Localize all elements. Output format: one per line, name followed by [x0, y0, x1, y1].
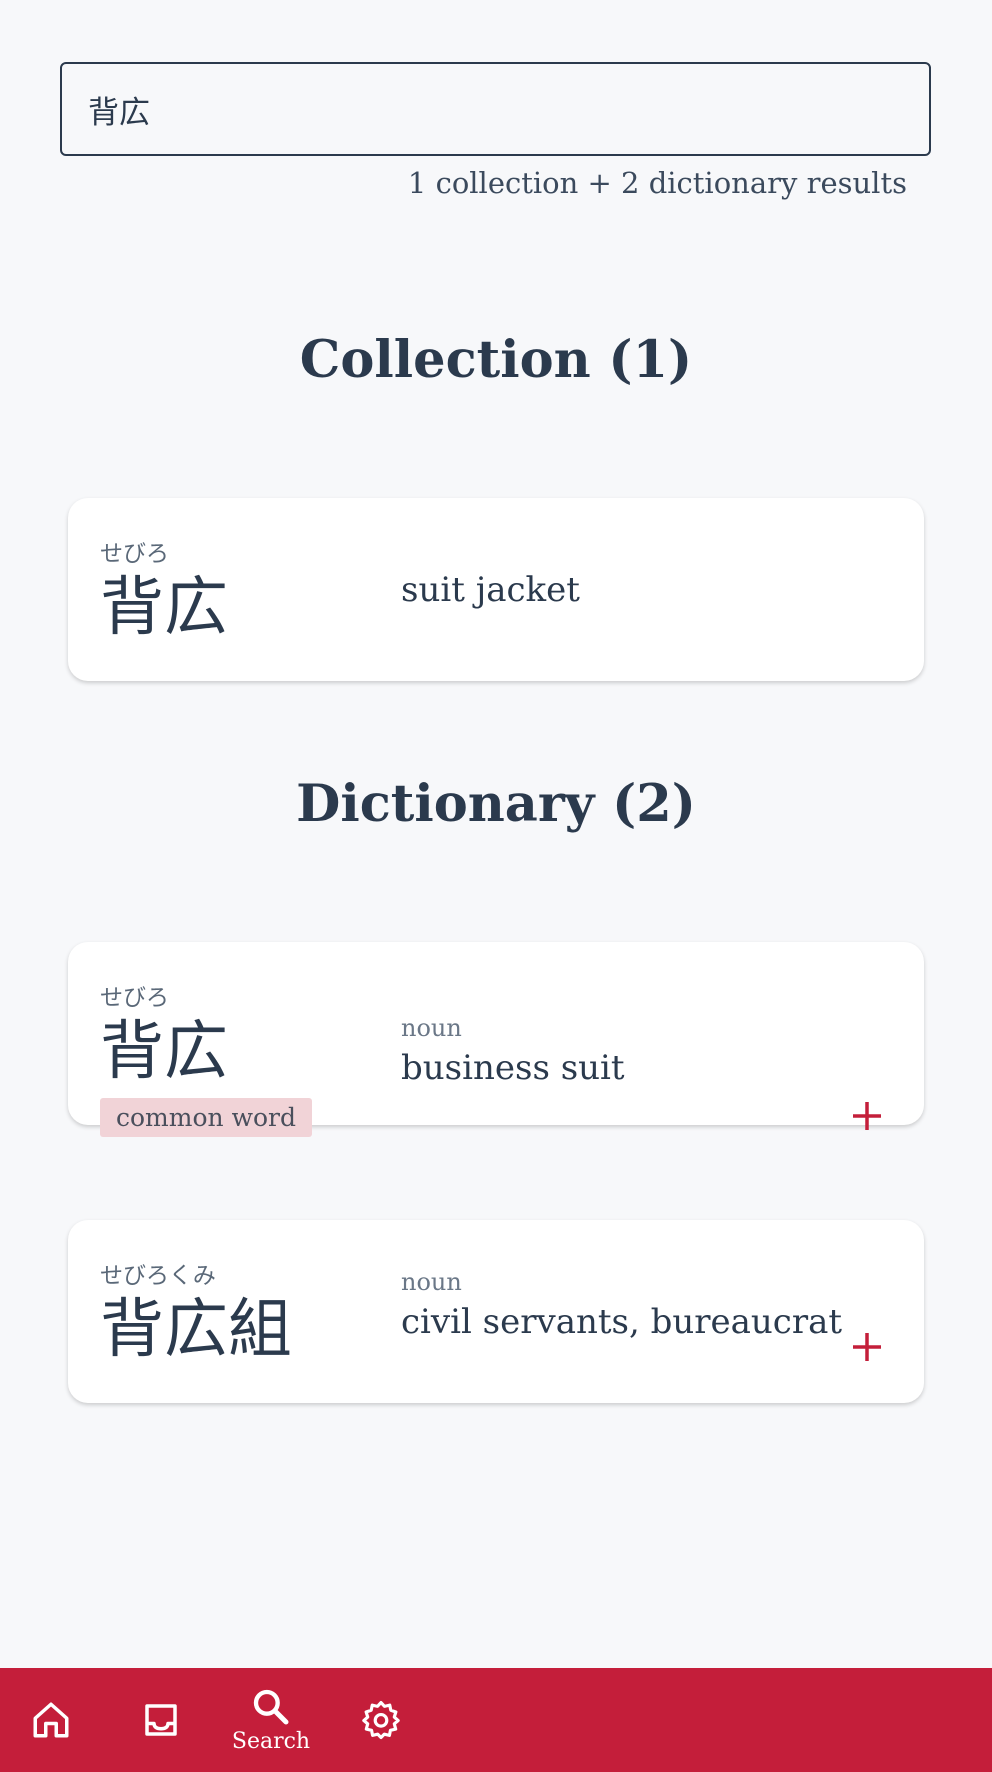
nav-inbox[interactable] [121, 1668, 201, 1772]
dictionary-section-title: Dictionary (2) [296, 774, 696, 834]
search-field[interactable] [60, 62, 931, 156]
nav-search[interactable]: Search [231, 1668, 311, 1772]
plus-icon [853, 1333, 881, 1361]
word-meaning: business suit [401, 1048, 625, 1088]
result-count: 1 collection + 2 dictionary results [407, 166, 907, 200]
nav-settings[interactable] [341, 1668, 421, 1772]
gear-icon [362, 1700, 400, 1740]
nav-home[interactable] [11, 1668, 91, 1772]
word-meaning: civil servants, bureaucrat [401, 1302, 843, 1342]
word-reading: せびろくみ [100, 1263, 216, 1289]
inbox-icon [145, 1704, 177, 1736]
word-meaning: suit jacket [401, 570, 580, 610]
search-input[interactable] [86, 90, 905, 128]
dictionary-card[interactable]: せびろ 背広 common word noun business suit [68, 942, 924, 1137]
word-kanji: 背広 [100, 571, 228, 645]
part-of-speech: noun [401, 1014, 462, 1042]
bottom-navigation: Search [0, 1668, 992, 1772]
nav-search-label: Search [231, 1728, 311, 1754]
word-reading: せびろ [100, 985, 169, 1011]
common-word-badge: common word [100, 1098, 312, 1137]
word-kanji: 背広 [100, 1015, 228, 1089]
add-to-collection-button[interactable] [850, 1099, 884, 1133]
dictionary-card[interactable]: せびろくみ 背広組 noun civil servants, bureaucra… [68, 1220, 924, 1403]
collection-card[interactable]: せびろ 背広 suit jacket [68, 498, 924, 681]
home-icon [33, 1702, 69, 1738]
add-to-collection-button[interactable] [850, 1330, 884, 1364]
plus-icon [853, 1102, 881, 1130]
word-reading: せびろ [100, 541, 169, 567]
collection-section-title: Collection (1) [299, 330, 693, 390]
search-icon [253, 1689, 289, 1724]
part-of-speech: noun [401, 1268, 462, 1296]
word-kanji: 背広組 [100, 1293, 292, 1367]
